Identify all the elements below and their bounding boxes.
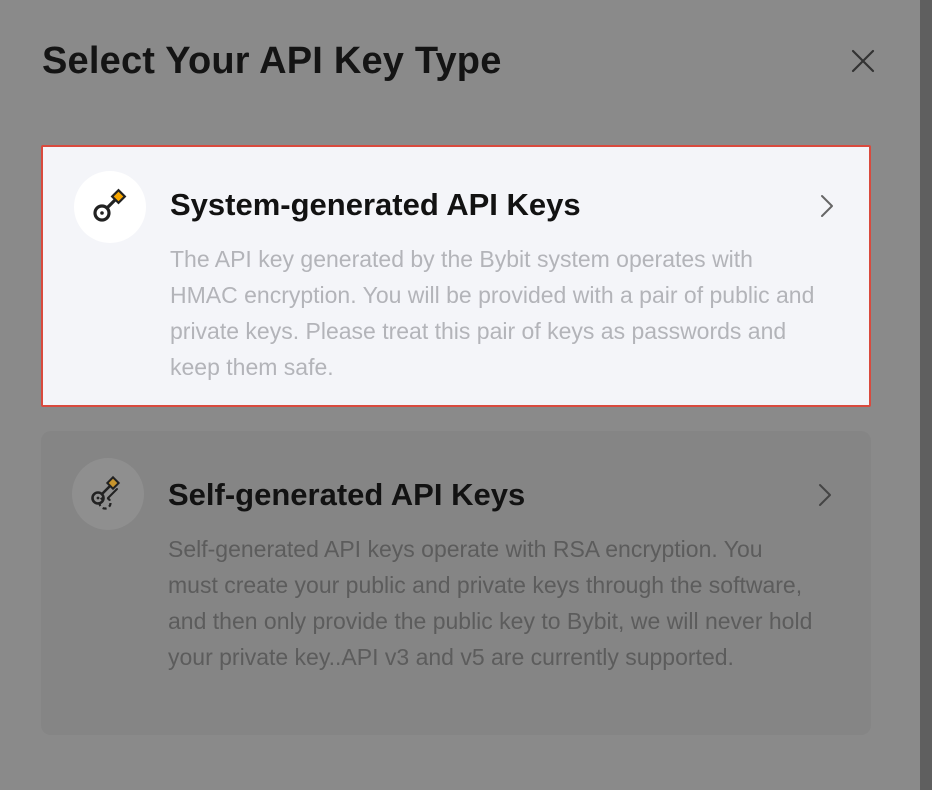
self-generated-option[interactable]: Self-generated API Keys Self-generated A… <box>41 431 871 735</box>
option-title: Self-generated API Keys <box>168 477 526 512</box>
key-pair-icon <box>91 475 121 510</box>
window-edge <box>920 0 932 790</box>
chevron-right-icon <box>821 195 833 217</box>
chevron-right-icon <box>819 484 831 506</box>
close-icon <box>851 49 875 73</box>
api-key-type-modal: Select Your API Key Type System-generate… <box>0 0 920 790</box>
close-button[interactable] <box>846 44 880 78</box>
modal-title: Select Your API Key Type <box>42 40 502 82</box>
key-pair-icon-badge <box>72 458 144 530</box>
option-description: Self-generated API keys operate with RSA… <box>168 536 813 670</box>
system-generated-option[interactable]: System-generated API Keys The API key ge… <box>41 145 871 407</box>
option-title: System-generated API Keys <box>170 187 581 222</box>
option-description: The API key generated by the Bybit syste… <box>170 246 815 380</box>
key-icon <box>93 188 127 222</box>
key-icon-badge <box>74 171 146 243</box>
